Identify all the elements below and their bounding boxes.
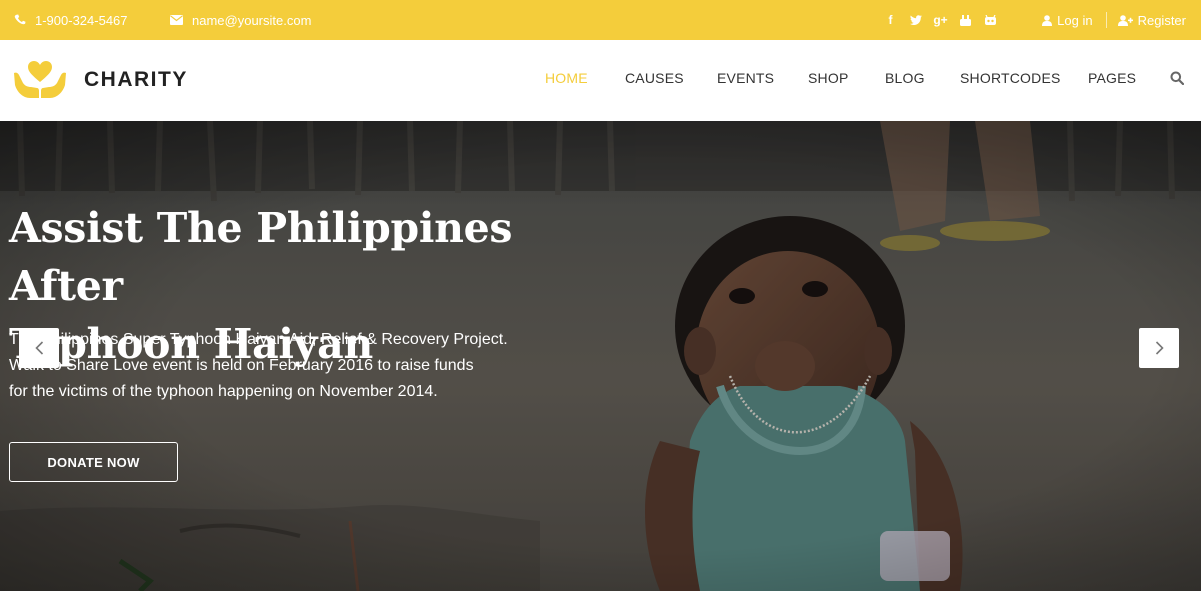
nav-item-pages[interactable]: PAGES — [1088, 70, 1136, 86]
slider-next-button[interactable] — [1139, 328, 1179, 368]
slider-prev-button[interactable] — [19, 328, 59, 368]
envelope-icon — [170, 15, 183, 25]
charity-hands-heart-icon — [14, 61, 66, 98]
register-label: Register — [1137, 12, 1186, 28]
hero-title-line-1: Assist The Philippines After — [9, 204, 513, 310]
nav-item-blog[interactable]: BLOG — [885, 70, 925, 86]
flickr-icon[interactable] — [978, 0, 1003, 40]
donate-now-button[interactable]: DONATE NOW — [9, 442, 178, 482]
nav-item-home[interactable]: HOME — [545, 70, 588, 86]
youtube-icon[interactable] — [953, 0, 978, 40]
hero-desc-line-1: The Philippines Super Typhoon Haiyan Aid… — [9, 331, 508, 348]
search-icon[interactable] — [1170, 71, 1185, 90]
chevron-left-icon — [34, 341, 43, 355]
register-link[interactable]: Register — [1117, 12, 1186, 28]
main-navbar: CHARITY HOME CAUSES EVENTS SHOP BLOG SHO… — [0, 40, 1201, 121]
top-bar: 1-900-324-5467 name@yoursite.com f g+ Lo… — [0, 0, 1201, 40]
account-links: Log in Register — [1042, 0, 1186, 40]
divider — [1105, 12, 1107, 28]
social-links: f g+ — [878, 0, 1003, 40]
facebook-icon[interactable]: f — [878, 0, 903, 40]
user-icon — [1042, 14, 1053, 26]
hero-slider: Assist The Philippines After Typhoon Hai… — [0, 121, 1201, 591]
user-plus-icon — [1117, 14, 1133, 26]
nav-item-shop[interactable]: SHOP — [808, 70, 848, 86]
phone-number: 1-900-324-5467 — [35, 12, 128, 28]
hero-desc-line-2: Walk to Share Love event is held on Febr… — [9, 357, 474, 374]
nav-item-shortcodes[interactable]: SHORTCODES — [960, 70, 1061, 86]
hero-description: The Philippines Super Typhoon Haiyan Aid… — [9, 327, 529, 405]
login-link[interactable]: Log in — [1042, 12, 1093, 28]
email-contact[interactable]: name@yoursite.com — [170, 0, 311, 40]
hero-desc-line-3: for the victims of the typhoon happening… — [9, 383, 438, 400]
site-logo[interactable]: CHARITY — [13, 60, 188, 100]
twitter-icon[interactable] — [903, 0, 928, 40]
email-address: name@yoursite.com — [192, 12, 312, 28]
google-plus-icon[interactable]: g+ — [928, 0, 953, 40]
phone-contact[interactable]: 1-900-324-5467 — [14, 0, 128, 40]
nav-item-events[interactable]: EVENTS — [717, 70, 774, 86]
brand-name: CHARITY — [84, 68, 188, 91]
phone-icon — [14, 14, 26, 25]
login-label: Log in — [1057, 12, 1093, 28]
chevron-right-icon — [1155, 341, 1164, 355]
nav-item-causes[interactable]: CAUSES — [625, 70, 684, 86]
